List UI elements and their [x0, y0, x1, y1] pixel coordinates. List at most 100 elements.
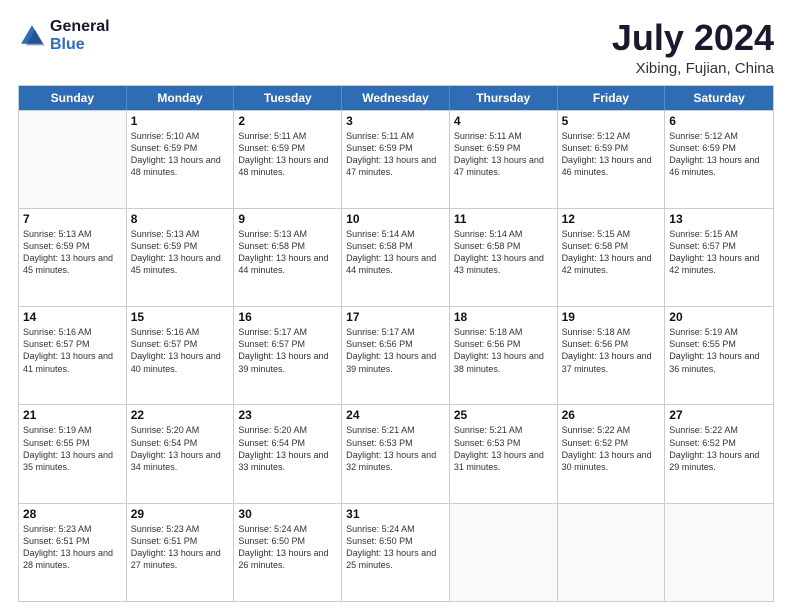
week-row-5: 28 Sunrise: 5:23 AM Sunset: 6:51 PM Dayli…: [19, 503, 773, 601]
cal-cell-3-2: 15 Sunrise: 5:16 AM Sunset: 6:57 PM Dayli…: [127, 307, 235, 404]
day-number: 9: [238, 212, 337, 226]
day-number: 24: [346, 408, 445, 422]
cal-cell-4-7: 27 Sunrise: 5:22 AM Sunset: 6:52 PM Dayli…: [665, 405, 773, 502]
cal-cell-4-2: 22 Sunrise: 5:20 AM Sunset: 6:54 PM Dayli…: [127, 405, 235, 502]
cell-info: Sunrise: 5:15 AM Sunset: 6:58 PM Dayligh…: [562, 228, 661, 277]
day-number: 2: [238, 114, 337, 128]
cal-cell-1-5: 4Sunrise: 5:11 AM Sunset: 6:59 PM Daylig…: [450, 111, 558, 208]
day-number: 20: [669, 310, 769, 324]
cell-info: Sunrise: 5:22 AM Sunset: 6:52 PM Dayligh…: [669, 424, 769, 473]
day-number: 1: [131, 114, 230, 128]
cell-info: Sunrise: 5:24 AM Sunset: 6:50 PM Dayligh…: [238, 523, 337, 572]
day-number: 7: [23, 212, 122, 226]
month-title: July 2024: [612, 18, 774, 58]
cal-cell-1-7: 6Sunrise: 5:12 AM Sunset: 6:59 PM Daylig…: [665, 111, 773, 208]
cal-cell-4-5: 25Sunrise: 5:21 AM Sunset: 6:53 PM Dayli…: [450, 405, 558, 502]
cal-cell-5-5: [450, 504, 558, 601]
cal-cell-5-1: 28Sunrise: 5:23 AM Sunset: 6:51 PM Dayli…: [19, 504, 127, 601]
cell-info: Sunrise: 5:12 AM Sunset: 6:59 PM Dayligh…: [562, 130, 661, 179]
cell-info: Sunrise: 5:22 AM Sunset: 6:52 PM Dayligh…: [562, 424, 661, 473]
day-number: 26: [562, 408, 661, 422]
day-number: 23: [238, 408, 337, 422]
cal-cell-1-2: 1 Sunrise: 5:10 AM Sunset: 6:59 PM Daylig…: [127, 111, 235, 208]
day-number: 14: [23, 310, 122, 324]
cell-info: Sunrise: 5:16 AM Sunset: 6:57 PM Dayligh…: [131, 326, 230, 375]
cell-info: Sunrise: 5:13 AM Sunset: 6:59 PM Dayligh…: [23, 228, 122, 277]
cell-info: Sunrise: 5:11 AM Sunset: 6:59 PM Dayligh…: [454, 130, 553, 179]
header-day-saturday: Saturday: [665, 86, 773, 110]
cal-cell-4-1: 21 Sunrise: 5:19 AM Sunset: 6:55 PM Dayli…: [19, 405, 127, 502]
cell-info: Sunrise: 5:13 AM Sunset: 6:58 PM Dayligh…: [238, 228, 337, 277]
cell-info: Sunrise: 5:19 AM Sunset: 6:55 PM Dayligh…: [669, 326, 769, 375]
day-number: 15: [131, 310, 230, 324]
title-block: July 2024 Xibing, Fujian, China: [612, 18, 774, 77]
location: Xibing, Fujian, China: [612, 60, 774, 77]
day-number: 8: [131, 212, 230, 226]
header-day-tuesday: Tuesday: [234, 86, 342, 110]
day-number: 22: [131, 408, 230, 422]
day-number: 3: [346, 114, 445, 128]
day-number: 17: [346, 310, 445, 324]
day-number: 10: [346, 212, 445, 226]
cell-info: Sunrise: 5:18 AM Sunset: 6:56 PM Dayligh…: [454, 326, 553, 375]
week-row-2: 7 Sunrise: 5:13 AM Sunset: 6:59 PM Daylig…: [19, 208, 773, 306]
calendar-header: SundayMondayTuesdayWednesdayThursdayFrid…: [19, 86, 773, 110]
day-number: 19: [562, 310, 661, 324]
cell-info: Sunrise: 5:17 AM Sunset: 6:57 PM Dayligh…: [238, 326, 337, 375]
day-number: 13: [669, 212, 769, 226]
week-row-1: 1 Sunrise: 5:10 AM Sunset: 6:59 PM Daylig…: [19, 110, 773, 208]
cal-cell-3-6: 19 Sunrise: 5:18 AM Sunset: 6:56 PM Dayli…: [558, 307, 666, 404]
day-number: 18: [454, 310, 553, 324]
cal-cell-4-4: 24Sunrise: 5:21 AM Sunset: 6:53 PM Dayli…: [342, 405, 450, 502]
cell-info: Sunrise: 5:21 AM Sunset: 6:53 PM Dayligh…: [454, 424, 553, 473]
header-day-monday: Monday: [127, 86, 235, 110]
cell-info: Sunrise: 5:24 AM Sunset: 6:50 PM Dayligh…: [346, 523, 445, 572]
header-day-wednesday: Wednesday: [342, 86, 450, 110]
day-number: 6: [669, 114, 769, 128]
cell-info: Sunrise: 5:15 AM Sunset: 6:57 PM Dayligh…: [669, 228, 769, 277]
cell-info: Sunrise: 5:17 AM Sunset: 6:56 PM Dayligh…: [346, 326, 445, 375]
day-number: 11: [454, 212, 553, 226]
cal-cell-3-7: 20 Sunrise: 5:19 AM Sunset: 6:55 PM Dayli…: [665, 307, 773, 404]
day-number: 29: [131, 507, 230, 521]
calendar: SundayMondayTuesdayWednesdayThursdayFrid…: [18, 85, 774, 602]
cell-info: Sunrise: 5:14 AM Sunset: 6:58 PM Dayligh…: [346, 228, 445, 277]
cal-cell-1-4: 3 Sunrise: 5:11 AM Sunset: 6:59 PM Daylig…: [342, 111, 450, 208]
cell-info: Sunrise: 5:19 AM Sunset: 6:55 PM Dayligh…: [23, 424, 122, 473]
cal-cell-3-1: 14 Sunrise: 5:16 AM Sunset: 6:57 PM Dayli…: [19, 307, 127, 404]
logo-text: General Blue: [50, 18, 110, 54]
cell-info: Sunrise: 5:16 AM Sunset: 6:57 PM Dayligh…: [23, 326, 122, 375]
day-number: 28: [23, 507, 122, 521]
cell-info: Sunrise: 5:14 AM Sunset: 6:58 PM Dayligh…: [454, 228, 553, 277]
cell-info: Sunrise: 5:18 AM Sunset: 6:56 PM Dayligh…: [562, 326, 661, 375]
header: General Blue July 2024 Xibing, Fujian, C…: [18, 18, 774, 77]
cal-cell-5-7: [665, 504, 773, 601]
day-number: 27: [669, 408, 769, 422]
cal-cell-1-3: 2Sunrise: 5:11 AM Sunset: 6:59 PM Daylig…: [234, 111, 342, 208]
cell-info: Sunrise: 5:11 AM Sunset: 6:59 PM Dayligh…: [346, 130, 445, 179]
cal-cell-2-1: 7 Sunrise: 5:13 AM Sunset: 6:59 PM Daylig…: [19, 209, 127, 306]
week-row-4: 21 Sunrise: 5:19 AM Sunset: 6:55 PM Dayli…: [19, 404, 773, 502]
cell-info: Sunrise: 5:10 AM Sunset: 6:59 PM Dayligh…: [131, 130, 230, 179]
cell-info: Sunrise: 5:13 AM Sunset: 6:59 PM Dayligh…: [131, 228, 230, 277]
day-number: 5: [562, 114, 661, 128]
cal-cell-5-3: 30 Sunrise: 5:24 AM Sunset: 6:50 PM Dayli…: [234, 504, 342, 601]
cal-cell-1-1: [19, 111, 127, 208]
week-row-3: 14 Sunrise: 5:16 AM Sunset: 6:57 PM Dayli…: [19, 306, 773, 404]
day-number: 30: [238, 507, 337, 521]
header-day-thursday: Thursday: [450, 86, 558, 110]
page: General Blue July 2024 Xibing, Fujian, C…: [0, 0, 792, 612]
day-number: 21: [23, 408, 122, 422]
header-day-friday: Friday: [558, 86, 666, 110]
cal-cell-4-3: 23 Sunrise: 5:20 AM Sunset: 6:54 PM Dayli…: [234, 405, 342, 502]
cell-info: Sunrise: 5:20 AM Sunset: 6:54 PM Dayligh…: [238, 424, 337, 473]
cal-cell-2-3: 9 Sunrise: 5:13 AM Sunset: 6:58 PM Daylig…: [234, 209, 342, 306]
day-number: 12: [562, 212, 661, 226]
cell-info: Sunrise: 5:23 AM Sunset: 6:51 PM Dayligh…: [131, 523, 230, 572]
cal-cell-3-4: 17 Sunrise: 5:17 AM Sunset: 6:56 PM Dayli…: [342, 307, 450, 404]
cal-cell-3-5: 18 Sunrise: 5:18 AM Sunset: 6:56 PM Dayli…: [450, 307, 558, 404]
cal-cell-5-2: 29 Sunrise: 5:23 AM Sunset: 6:51 PM Dayli…: [127, 504, 235, 601]
calendar-body: 1 Sunrise: 5:10 AM Sunset: 6:59 PM Daylig…: [19, 110, 773, 601]
cell-info: Sunrise: 5:20 AM Sunset: 6:54 PM Dayligh…: [131, 424, 230, 473]
cal-cell-5-4: 31Sunrise: 5:24 AM Sunset: 6:50 PM Dayli…: [342, 504, 450, 601]
